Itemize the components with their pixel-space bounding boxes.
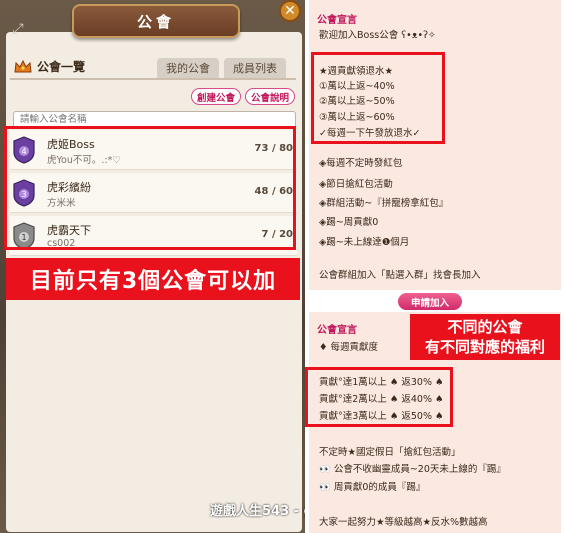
close-button[interactable]: ✕ bbox=[279, 0, 301, 22]
guild-name: 虎姬Boss bbox=[47, 138, 95, 151]
guild-list-heading: 公會一覽 bbox=[14, 58, 85, 75]
declaration-line: 大家一起努力★等級越高★反水%數越高 bbox=[319, 517, 488, 528]
annotation-line: 有不同對應的福利 bbox=[424, 338, 545, 356]
guild-list-title: 公會一覽 bbox=[37, 60, 86, 74]
declaration-line: ♦ 每週貢獻度 bbox=[319, 342, 379, 353]
declaration-line: ◈踢~周貢獻0 bbox=[319, 217, 379, 228]
apply-join-button[interactable]: 申請加入 bbox=[398, 293, 462, 310]
guild-row[interactable]: 1 虎霸天下 cs002 7 / 20 bbox=[10, 216, 297, 256]
annotation-caption: 不同的公會 有不同對應的福利 bbox=[410, 314, 560, 360]
annotation-caption: 目前只有3個公會可以加 bbox=[6, 258, 300, 300]
guild-leader: cs002 bbox=[47, 238, 76, 249]
declaration-line: ◈踢~未上線達❶個月 bbox=[319, 237, 410, 248]
tab-member-list[interactable]: 成員列表 bbox=[224, 58, 286, 78]
guild-emblem-icon: 1 bbox=[13, 222, 35, 250]
tab-divider bbox=[10, 78, 296, 80]
guild-member-count: 48 / 60 bbox=[254, 186, 293, 197]
guild-list: 4 虎姬Boss 虎You不可。.:*♡ 73 / 80 3 虎彩繽紛 方米米 … bbox=[10, 130, 297, 259]
declaration-line: 歡迎加入Boss公會 ʕ•ᴥ•ʔ✧ bbox=[319, 30, 436, 41]
guild-emblem-icon: 4 bbox=[13, 136, 35, 164]
guild-info-button[interactable]: 公會說明 bbox=[245, 88, 295, 105]
close-icon: ✕ bbox=[284, 3, 296, 19]
create-guild-button[interactable]: 創建公會 bbox=[191, 88, 241, 105]
declaration-line: ◈群組活動~『拼寵榜拿紅包』 bbox=[319, 198, 449, 209]
guild-declaration-panel: 公會宣言 歡迎加入Boss公會 ʕ•ᴥ•ʔ✧ ★週貢獻領退水★ ①萬以上返~40… bbox=[305, 0, 564, 533]
guild-row[interactable]: 4 虎姬Boss 虎You不可。.:*♡ 73 / 80 bbox=[10, 130, 297, 170]
guild-rank: 4 bbox=[21, 147, 26, 156]
guild-leader: 虎You不可。.:*♡ bbox=[47, 155, 121, 166]
declaration-line: 👀 公會不收幽靈成員~20天未上線的『踢』 bbox=[319, 464, 506, 475]
guild-search-input[interactable] bbox=[13, 111, 296, 128]
guild-name: 虎霸天下 bbox=[47, 224, 91, 237]
window-title: 公會 bbox=[72, 4, 240, 38]
guild-member-count: 7 / 20 bbox=[261, 229, 294, 240]
annotation-line: 不同的公會 bbox=[447, 318, 523, 336]
guild-name: 虎彩繽紛 bbox=[47, 181, 91, 194]
guild-leader: 方米米 bbox=[47, 198, 76, 209]
expand-icon[interactable]: ⤢ bbox=[9, 20, 27, 38]
watermark: 遊戲人生543 - gamelife.com bbox=[210, 504, 305, 519]
declaration-title: 公會宣言 bbox=[317, 15, 357, 26]
guild-rank: 3 bbox=[21, 190, 26, 199]
guild-window: 公會 ✕ ⤢ 公會一覽 我的公會 成員列表 創建公會 公會說明 4 虎姬Boss… bbox=[0, 0, 305, 533]
highlight-box bbox=[305, 367, 453, 427]
declaration-line: 👀 周貢獻0的成員『踢』 bbox=[319, 482, 426, 493]
highlight-box bbox=[311, 52, 445, 144]
guild-rank: 1 bbox=[21, 233, 26, 242]
guild-row[interactable]: 3 虎彩繽紛 方米米 48 / 60 bbox=[10, 173, 297, 213]
declaration-line: ◈節日搶紅包活動 bbox=[319, 179, 393, 190]
declaration-line: 公會群組加入「點選入群」找會長加入 bbox=[319, 270, 481, 281]
declaration-title: 公會宣言 bbox=[317, 325, 357, 336]
declaration-card: 公會宣言 歡迎加入Boss公會 ʕ•ᴥ•ʔ✧ ★週貢獻領退水★ ①萬以上返~40… bbox=[309, 0, 561, 290]
declaration-line: 不定時★國定假日「搶紅包活動」 bbox=[319, 447, 461, 458]
crown-icon bbox=[14, 59, 32, 72]
guild-emblem-icon: 3 bbox=[13, 179, 35, 207]
declaration-line: ◈每週不定時發紅包 bbox=[319, 158, 403, 169]
guild-member-count: 73 / 80 bbox=[254, 143, 293, 154]
tab-my-guild[interactable]: 我的公會 bbox=[157, 58, 219, 78]
